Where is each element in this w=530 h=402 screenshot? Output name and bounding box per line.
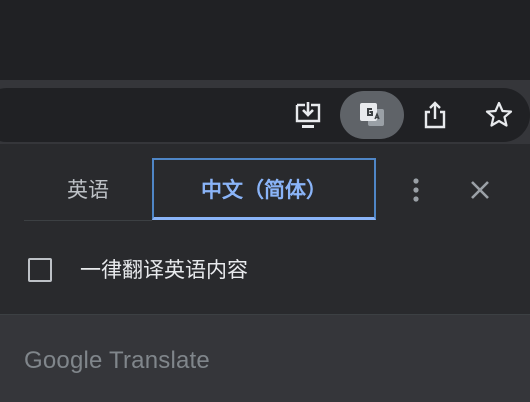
more-options-button[interactable] bbox=[400, 170, 432, 210]
bookmark-star-icon bbox=[485, 101, 513, 127]
install-app-icon bbox=[295, 102, 321, 128]
translate-bubble: 英语 中文（简体） 一律翻译英语内容 bbox=[0, 144, 530, 314]
install-app-button[interactable] bbox=[287, 94, 329, 136]
tab-source-language[interactable]: 英语 bbox=[24, 158, 152, 220]
always-translate-label: 一律翻译英语内容 bbox=[80, 258, 248, 282]
google-translate-logo: Google Translate bbox=[24, 347, 210, 374]
more-vert-icon bbox=[413, 178, 419, 202]
close-button[interactable] bbox=[462, 172, 498, 208]
translate-icon bbox=[360, 103, 384, 126]
close-icon bbox=[471, 181, 489, 199]
share-button[interactable] bbox=[414, 94, 456, 136]
bookmark-button[interactable] bbox=[478, 94, 520, 136]
translate-page-button[interactable] bbox=[340, 91, 404, 139]
bubble-footer: Google Translate bbox=[0, 314, 530, 402]
tab-divider bbox=[24, 220, 152, 221]
browser-toolbar bbox=[0, 86, 530, 144]
tab-strip bbox=[0, 0, 530, 80]
share-icon bbox=[424, 101, 446, 129]
tab-target-language[interactable]: 中文（简体） bbox=[152, 158, 376, 220]
always-translate-checkbox[interactable] bbox=[28, 258, 52, 282]
